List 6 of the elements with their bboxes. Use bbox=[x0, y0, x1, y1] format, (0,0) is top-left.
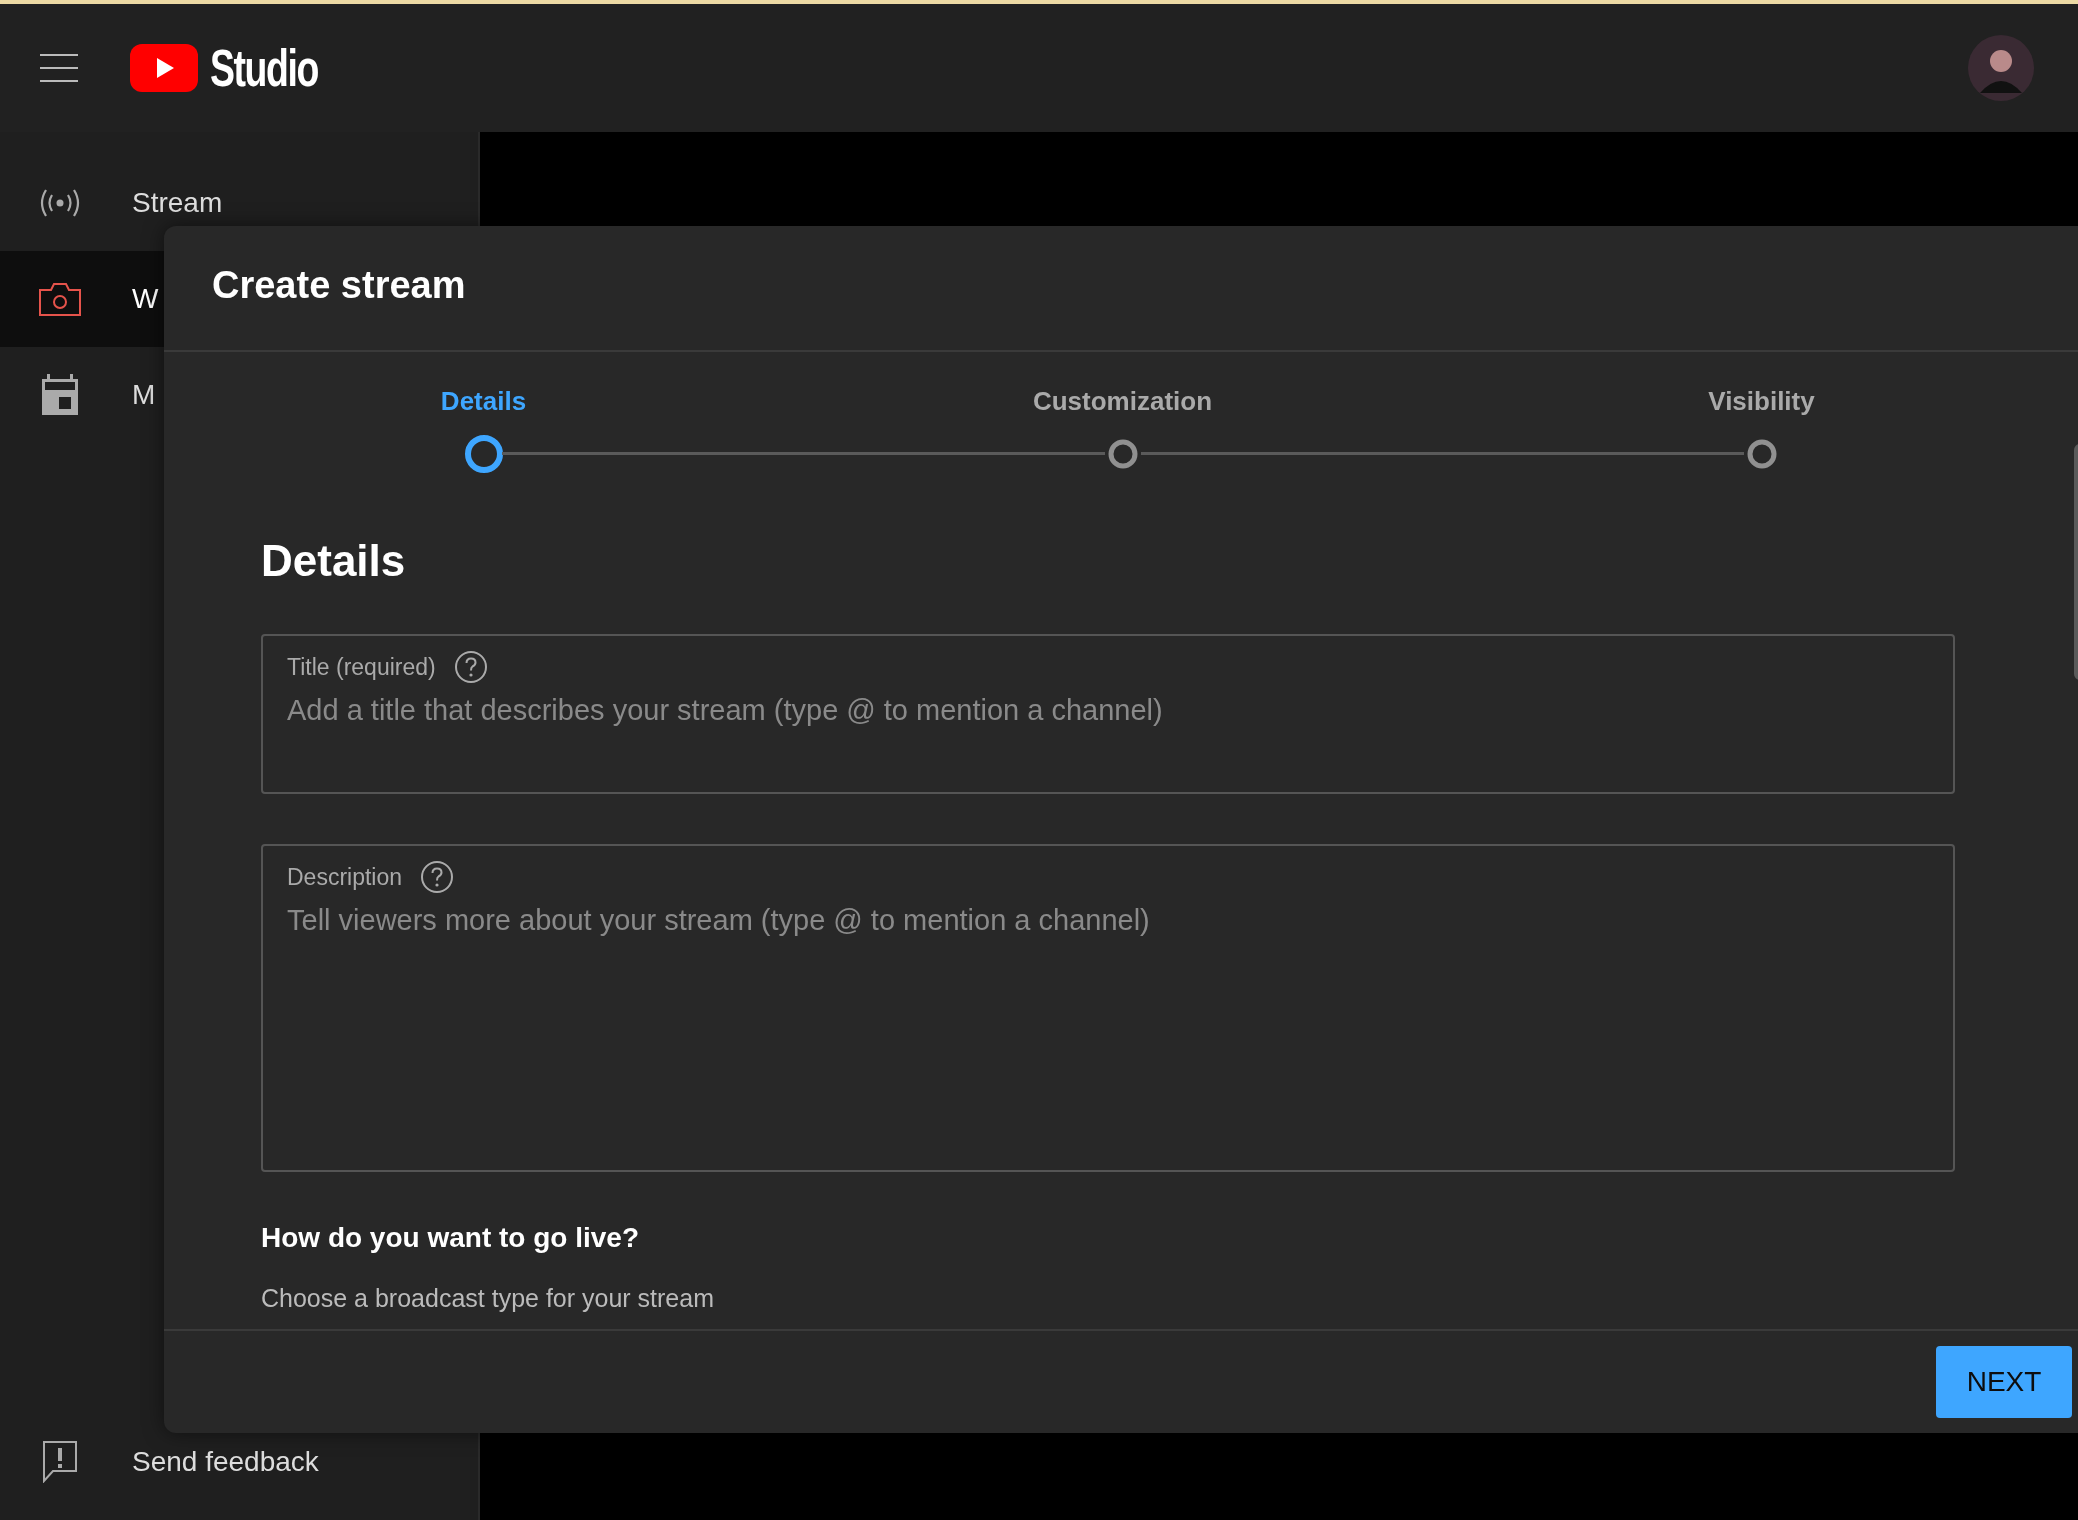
dialog-title: Create stream bbox=[212, 263, 466, 307]
section-heading: Details bbox=[261, 536, 407, 586]
hint-text: Choose a broadcast type for your stream bbox=[261, 1284, 715, 1313]
field-label: Title (required) bbox=[287, 653, 436, 681]
question-heading: How do you want to go live? bbox=[261, 1222, 640, 1254]
field-label: Description bbox=[287, 863, 403, 891]
